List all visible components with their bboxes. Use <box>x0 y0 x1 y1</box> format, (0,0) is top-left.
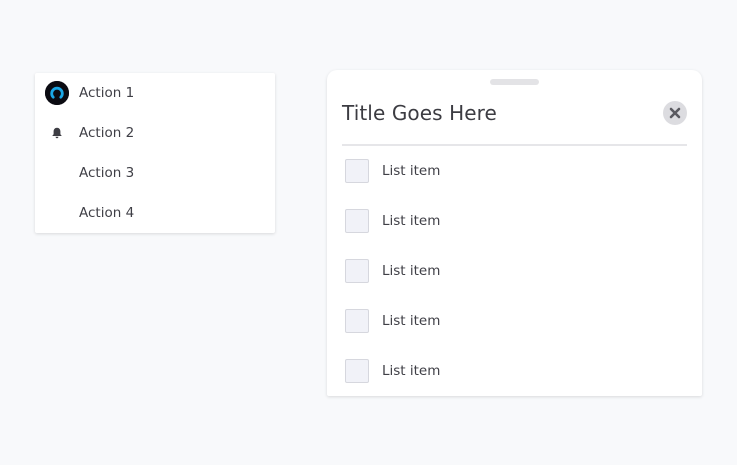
list-item-label: List item <box>382 363 441 379</box>
action-label: Action 1 <box>79 85 135 101</box>
action-label: Action 2 <box>79 125 135 141</box>
list-item-label: List item <box>382 263 441 279</box>
drag-handle[interactable] <box>490 79 539 85</box>
avatar-icon <box>45 81 69 105</box>
checkbox[interactable] <box>345 159 369 183</box>
list-item[interactable]: List item <box>327 296 702 346</box>
close-icon <box>669 104 681 123</box>
bell-icon <box>51 124 63 143</box>
action-item-3[interactable]: Action 3 <box>35 153 275 193</box>
checkbox[interactable] <box>345 209 369 233</box>
sheet-list: List item List item List item List item … <box>327 146 702 396</box>
action-icon-slot <box>35 73 79 113</box>
action-menu: Action 1 Action 2 Action 3 Action 4 <box>35 73 275 233</box>
list-item-label: List item <box>382 313 441 329</box>
checkbox[interactable] <box>345 359 369 383</box>
action-item-4[interactable]: Action 4 <box>35 193 275 233</box>
checkbox[interactable] <box>345 259 369 283</box>
close-button[interactable] <box>663 101 687 125</box>
list-item-label: List item <box>382 213 441 229</box>
action-icon-slot <box>35 193 79 233</box>
action-icon-slot <box>35 113 79 153</box>
list-item[interactable]: List item <box>327 246 702 296</box>
action-icon-slot <box>35 153 79 193</box>
action-label: Action 3 <box>79 165 135 181</box>
list-item-label: List item <box>382 163 441 179</box>
sheet-panel: Title Goes Here List item List item List… <box>327 70 702 396</box>
list-item[interactable]: List item <box>327 196 702 246</box>
list-item[interactable]: List item <box>327 346 702 396</box>
action-label: Action 4 <box>79 205 135 221</box>
checkbox[interactable] <box>345 309 369 333</box>
action-item-1[interactable]: Action 1 <box>35 73 275 113</box>
list-item[interactable]: List item <box>327 146 702 196</box>
action-item-2[interactable]: Action 2 <box>35 113 275 153</box>
sheet-title: Title Goes Here <box>342 101 497 125</box>
